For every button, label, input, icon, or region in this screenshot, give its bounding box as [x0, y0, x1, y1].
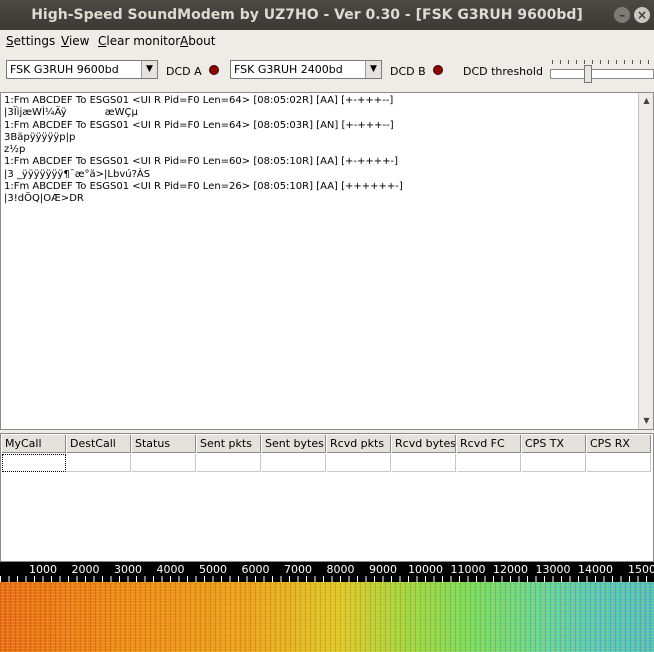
ruler-label: 9000 — [369, 563, 397, 576]
close-button[interactable]: × — [634, 7, 650, 23]
grid-cell[interactable] — [392, 454, 456, 472]
frequency-ruler: 1000 2000 3000 4000 5000 6000 7000 8000 9000 1000… — [0, 562, 654, 582]
slider-ticks — [552, 60, 654, 64]
connections-grid[interactable]: MyCall DestCall Status Sent pkts Sent bytes R… — [0, 433, 654, 562]
ruler-label: 3000 — [114, 563, 142, 576]
slider-thumb[interactable] — [583, 65, 592, 83]
modem-b-value: FSK G3RUH 2400bd — [234, 63, 343, 76]
dcd-b-label: DCD B — [390, 65, 426, 78]
modem-b-select[interactable]: FSK G3RUH 2400bd ▼ — [230, 60, 382, 79]
grid-cell[interactable] — [132, 454, 196, 472]
monitor-line: 1:Fm ABCDEF To ESGS01 <UI R Pid=F0 Len=6… — [4, 119, 394, 131]
monitor-lines: 1:Fm ABCDEF To ESGS01 <UI R Pid=F0 Len=6… — [4, 95, 634, 206]
ruler-label: 6000 — [241, 563, 270, 576]
menu-about[interactable]: About — [180, 34, 216, 48]
ruler-label: 7000 — [284, 563, 312, 576]
menu-view[interactable]: View — [61, 34, 89, 48]
grid-cell[interactable] — [587, 454, 651, 472]
ruler-label: 2000 — [71, 563, 100, 576]
column-header[interactable]: MyCall — [2, 435, 66, 453]
monitor-line: |3 _ÿÿÿÿÿÿÿ¶¯æ°ä>|Lbvú?ÀS — [4, 168, 151, 180]
toolbar: FSK G3RUH 9600bd ▼ DCD A FSK G3RUH 2400b… — [0, 52, 654, 90]
monitor-scrollbar[interactable]: ▲ ▼ — [638, 93, 653, 429]
window-title: High-Speed SoundModem by UZ7HO - Ver 0.3… — [31, 7, 583, 23]
column-header[interactable]: Rcvd pkts — [327, 435, 391, 453]
dcd-b-led-icon — [433, 65, 443, 75]
modem-a-select[interactable]: FSK G3RUH 9600bd ▼ — [6, 60, 158, 79]
monitor-textarea[interactable]: 1:Fm ABCDEF To ESGS01 <UI R Pid=F0 Len=6… — [0, 92, 654, 430]
grid-cell[interactable] — [197, 454, 261, 472]
chevron-down-icon[interactable]: ▼ — [141, 61, 157, 78]
modem-a-value: FSK G3RUH 9600bd — [10, 63, 119, 76]
menu-clear-monitor[interactable]: Clear monitor — [98, 34, 180, 48]
monitor-line: 1:Fm ABCDEF To ESGS01 <UI R Pid=F0 Len=6… — [4, 156, 399, 168]
ruler-label: 1500 — [628, 563, 654, 576]
column-header[interactable]: CPS RX — [587, 435, 651, 453]
chevron-down-icon[interactable]: ▼ — [365, 61, 381, 78]
ruler-label: 5000 — [199, 563, 227, 576]
grid-cell[interactable] — [327, 454, 391, 472]
scroll-up-icon[interactable]: ▲ — [639, 93, 653, 109]
title-bar: High-Speed SoundModem by UZ7HO - Ver 0.3… — [0, 0, 654, 30]
monitor-line: 1:Fm ABCDEF To ESGS01 <UI R Pid=F0 Len=2… — [4, 181, 403, 193]
menu-bar: Settings View Clear monitor About — [0, 30, 654, 52]
menu-settings[interactable]: Settings — [6, 34, 55, 48]
column-header[interactable]: Status — [132, 435, 196, 453]
monitor-line: 3Bäpÿÿÿÿÿp|p — [4, 131, 76, 143]
dcd-threshold-label: DCD threshold — [463, 65, 543, 78]
grid-cell[interactable] — [522, 454, 586, 472]
minimize-button[interactable]: – — [614, 7, 630, 23]
ruler-label: 11000 — [450, 563, 486, 576]
monitor-line: |3ÏijæWÌ¼Äÿ æWÇµ — [4, 107, 138, 119]
ruler-label: 8000 — [326, 563, 355, 576]
monitor-line: |3!dÖQ|OÆ>DR — [4, 193, 84, 205]
column-header[interactable]: Rcvd bytes — [392, 435, 456, 453]
ruler-label: 12000 — [493, 563, 528, 576]
column-header[interactable]: Sent pkts — [197, 435, 261, 453]
scroll-down-icon[interactable]: ▼ — [639, 413, 653, 429]
column-header[interactable]: Rcvd FC — [457, 435, 521, 453]
grid-cell[interactable] — [262, 454, 326, 472]
grid-cell[interactable] — [457, 454, 521, 472]
ruler-label: 4000 — [156, 563, 185, 576]
column-header[interactable]: Sent bytes — [262, 435, 326, 453]
monitor-line: 1:Fm ABCDEF To ESGS01 <UI R Pid=F0 Len=6… — [4, 95, 394, 106]
column-header[interactable]: DestCall — [67, 435, 131, 453]
slider-track[interactable] — [550, 69, 654, 79]
dcd-threshold-slider[interactable] — [548, 60, 654, 83]
ruler-label: 1000 — [29, 563, 57, 576]
ruler-label: 14000 — [578, 563, 613, 576]
grid-cell[interactable] — [67, 454, 131, 472]
monitor-line: z½p — [4, 144, 26, 156]
ruler-label: 10000 — [408, 563, 443, 576]
waterfall-display[interactable] — [0, 582, 654, 652]
ruler-label: 13000 — [535, 563, 571, 576]
column-header[interactable]: CPS TX — [522, 435, 586, 453]
dcd-a-label: DCD A — [166, 65, 202, 78]
dcd-a-led-icon — [209, 65, 219, 75]
grid-cell[interactable] — [2, 454, 66, 472]
